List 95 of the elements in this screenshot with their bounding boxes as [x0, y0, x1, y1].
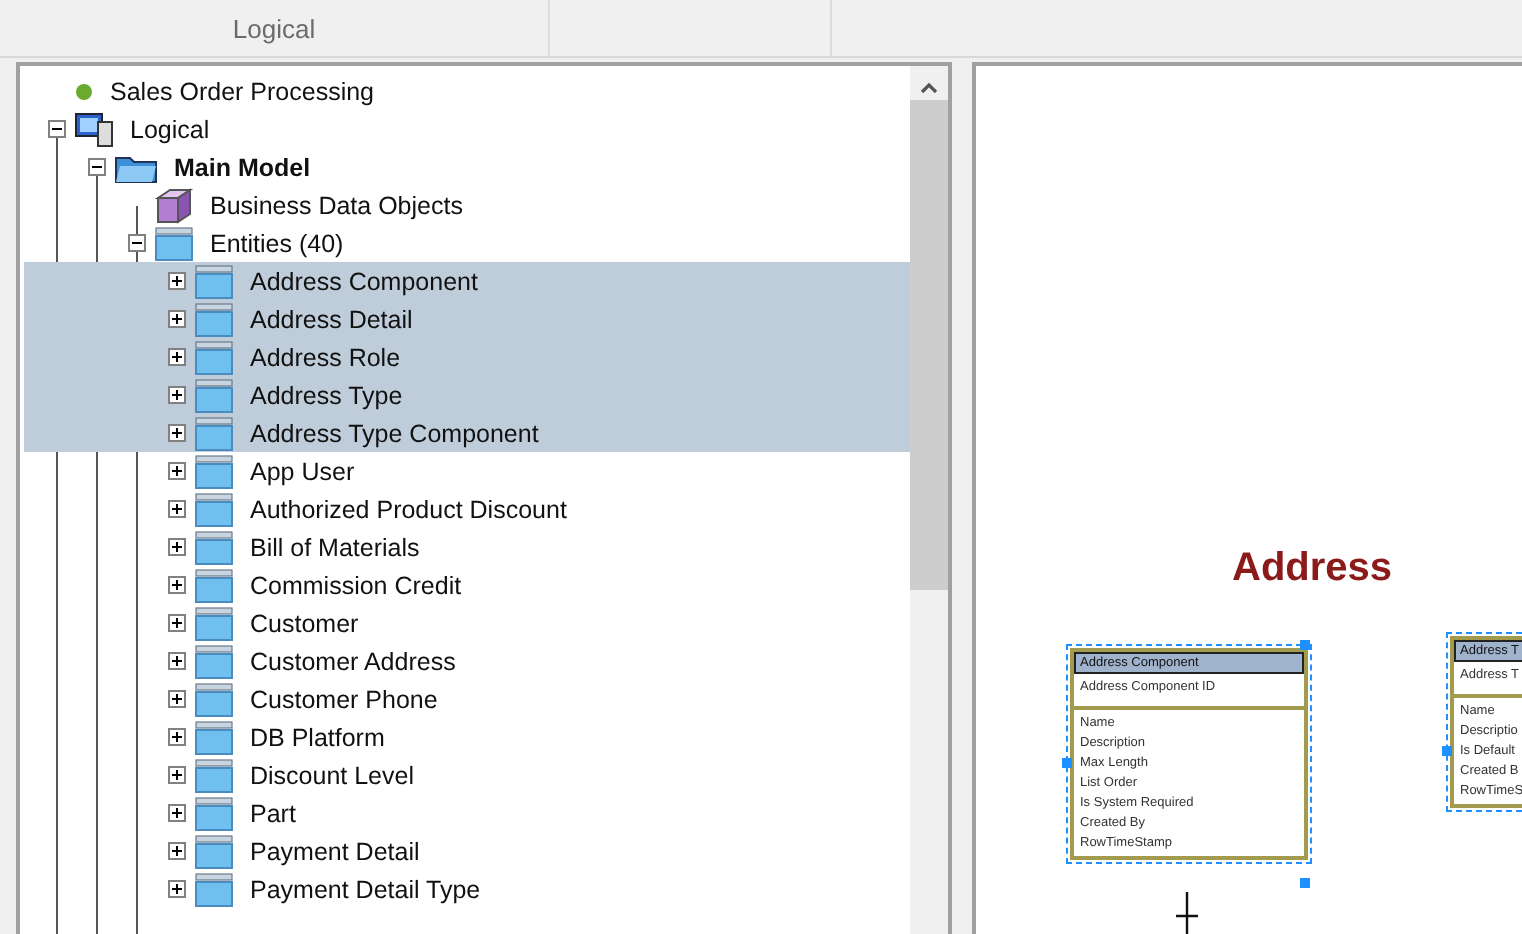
tree-label: Discount Level: [250, 761, 414, 789]
tree-item[interactable]: Part: [24, 794, 910, 832]
tree-label: Payment Detail Type: [250, 875, 481, 903]
expand-icon[interactable]: [168, 880, 186, 898]
tree-item[interactable]: Address Component: [24, 262, 910, 300]
tree-item[interactable]: Customer Address: [24, 642, 910, 680]
folder-icon: [114, 151, 158, 183]
tree-item[interactable]: Commission Credit: [24, 566, 910, 604]
scroll-up-icon[interactable]: [920, 82, 938, 94]
tree-label: Main Model: [174, 153, 311, 181]
tree-item[interactable]: Customer Phone: [24, 680, 910, 718]
table-icon: [194, 491, 234, 527]
expand-icon[interactable]: [168, 348, 186, 366]
table-icon: [194, 795, 234, 831]
expand-icon[interactable]: [168, 386, 186, 404]
tree-item[interactable]: App User: [24, 452, 910, 490]
tree-item[interactable]: Business Data Objects: [24, 186, 910, 224]
selection-handle[interactable]: [1442, 746, 1452, 756]
tree-item[interactable]: Entities (40): [24, 224, 910, 262]
tree-label: Business Data Objects: [210, 191, 463, 219]
table-icon: [194, 263, 234, 299]
expand-icon[interactable]: [168, 614, 186, 632]
table-icon: [194, 605, 234, 641]
table-icon: [194, 415, 234, 451]
table-icon: [154, 225, 194, 261]
tree-item[interactable]: Customer: [24, 604, 910, 642]
selection-handle[interactable]: [1062, 758, 1072, 768]
expand-icon[interactable]: [168, 804, 186, 822]
tree-item[interactable]: Main Model: [24, 148, 910, 186]
expand-icon[interactable]: [168, 500, 186, 518]
table-icon: [194, 871, 234, 907]
tree-label: Address Type: [250, 381, 403, 409]
expand-icon[interactable]: [168, 424, 186, 442]
status-dot-icon: [74, 81, 94, 101]
tree-item[interactable]: Address Type Component: [24, 414, 910, 452]
tree-label: DB Platform: [250, 723, 385, 751]
table-icon: [194, 339, 234, 375]
tree-item[interactable]: Discount Level: [24, 756, 910, 794]
scroll-thumb[interactable]: [910, 100, 948, 590]
tree-label: Customer: [250, 609, 359, 637]
selection-handle[interactable]: [1300, 878, 1310, 888]
expand-icon[interactable]: [168, 272, 186, 290]
cube-icon: [154, 187, 194, 223]
tree-item[interactable]: Bill of Materials: [24, 528, 910, 566]
table-icon: [194, 719, 234, 755]
tree-label: Address Role: [250, 343, 401, 371]
expand-icon[interactable]: [168, 462, 186, 480]
tree-label: Address Detail: [250, 305, 413, 333]
header-title: Logical: [232, 13, 316, 43]
selection-handle[interactable]: [1300, 640, 1310, 650]
table-icon: [194, 681, 234, 717]
table-icon: [194, 301, 234, 337]
tree-label: Customer Address: [250, 647, 456, 675]
expand-icon[interactable]: [168, 728, 186, 746]
tree-label: Authorized Product Discount: [250, 495, 567, 523]
tree-label: Sales Order Processing: [110, 77, 375, 105]
tree-label: Logical: [130, 115, 210, 143]
tree-label: Payment Detail: [250, 837, 420, 865]
tree-item[interactable]: Logical: [24, 110, 910, 148]
expand-icon[interactable]: [168, 310, 186, 328]
table-icon: [194, 567, 234, 603]
expand-icon[interactable]: [168, 576, 186, 594]
tree-item[interactable]: Address Role: [24, 338, 910, 376]
tree-item[interactable]: Payment Detail: [24, 832, 910, 870]
tree-item[interactable]: Sales Order Processing: [24, 72, 910, 110]
diagram-title: Address: [1232, 546, 1393, 592]
tree-label: Part: [250, 799, 296, 827]
table-icon: [194, 453, 234, 489]
tree-label: Address Type Component: [250, 419, 539, 447]
table-icon: [194, 529, 234, 565]
table-icon: [194, 377, 234, 413]
scrollbar[interactable]: [910, 66, 948, 934]
collapse-icon[interactable]: [128, 234, 146, 252]
tree-label: App User: [250, 457, 355, 485]
tree-label: Bill of Materials: [250, 533, 420, 561]
tree-item[interactable]: Address Type: [24, 376, 910, 414]
expand-icon[interactable]: [168, 652, 186, 670]
tree-label: Commission Credit: [250, 571, 462, 599]
expand-icon[interactable]: [168, 538, 186, 556]
tree-label: Entities (40): [210, 229, 344, 257]
collapse-icon[interactable]: [88, 158, 106, 176]
expand-icon[interactable]: [168, 842, 186, 860]
collapse-icon[interactable]: [48, 120, 66, 138]
tree-item[interactable]: Authorized Product Discount: [24, 490, 910, 528]
tree-label: Customer Phone: [250, 685, 438, 713]
expand-icon[interactable]: [168, 690, 186, 708]
table-icon: [194, 757, 234, 793]
tree-item[interactable]: DB Platform: [24, 718, 910, 756]
tree-item[interactable]: Address Detail: [24, 300, 910, 338]
tree-label: Address Component: [250, 267, 478, 295]
tree-item[interactable]: Payment Detail Type: [24, 870, 910, 908]
table-icon: [194, 833, 234, 869]
expand-icon[interactable]: [168, 766, 186, 784]
computer-icon: [74, 111, 114, 147]
table-icon: [194, 643, 234, 679]
